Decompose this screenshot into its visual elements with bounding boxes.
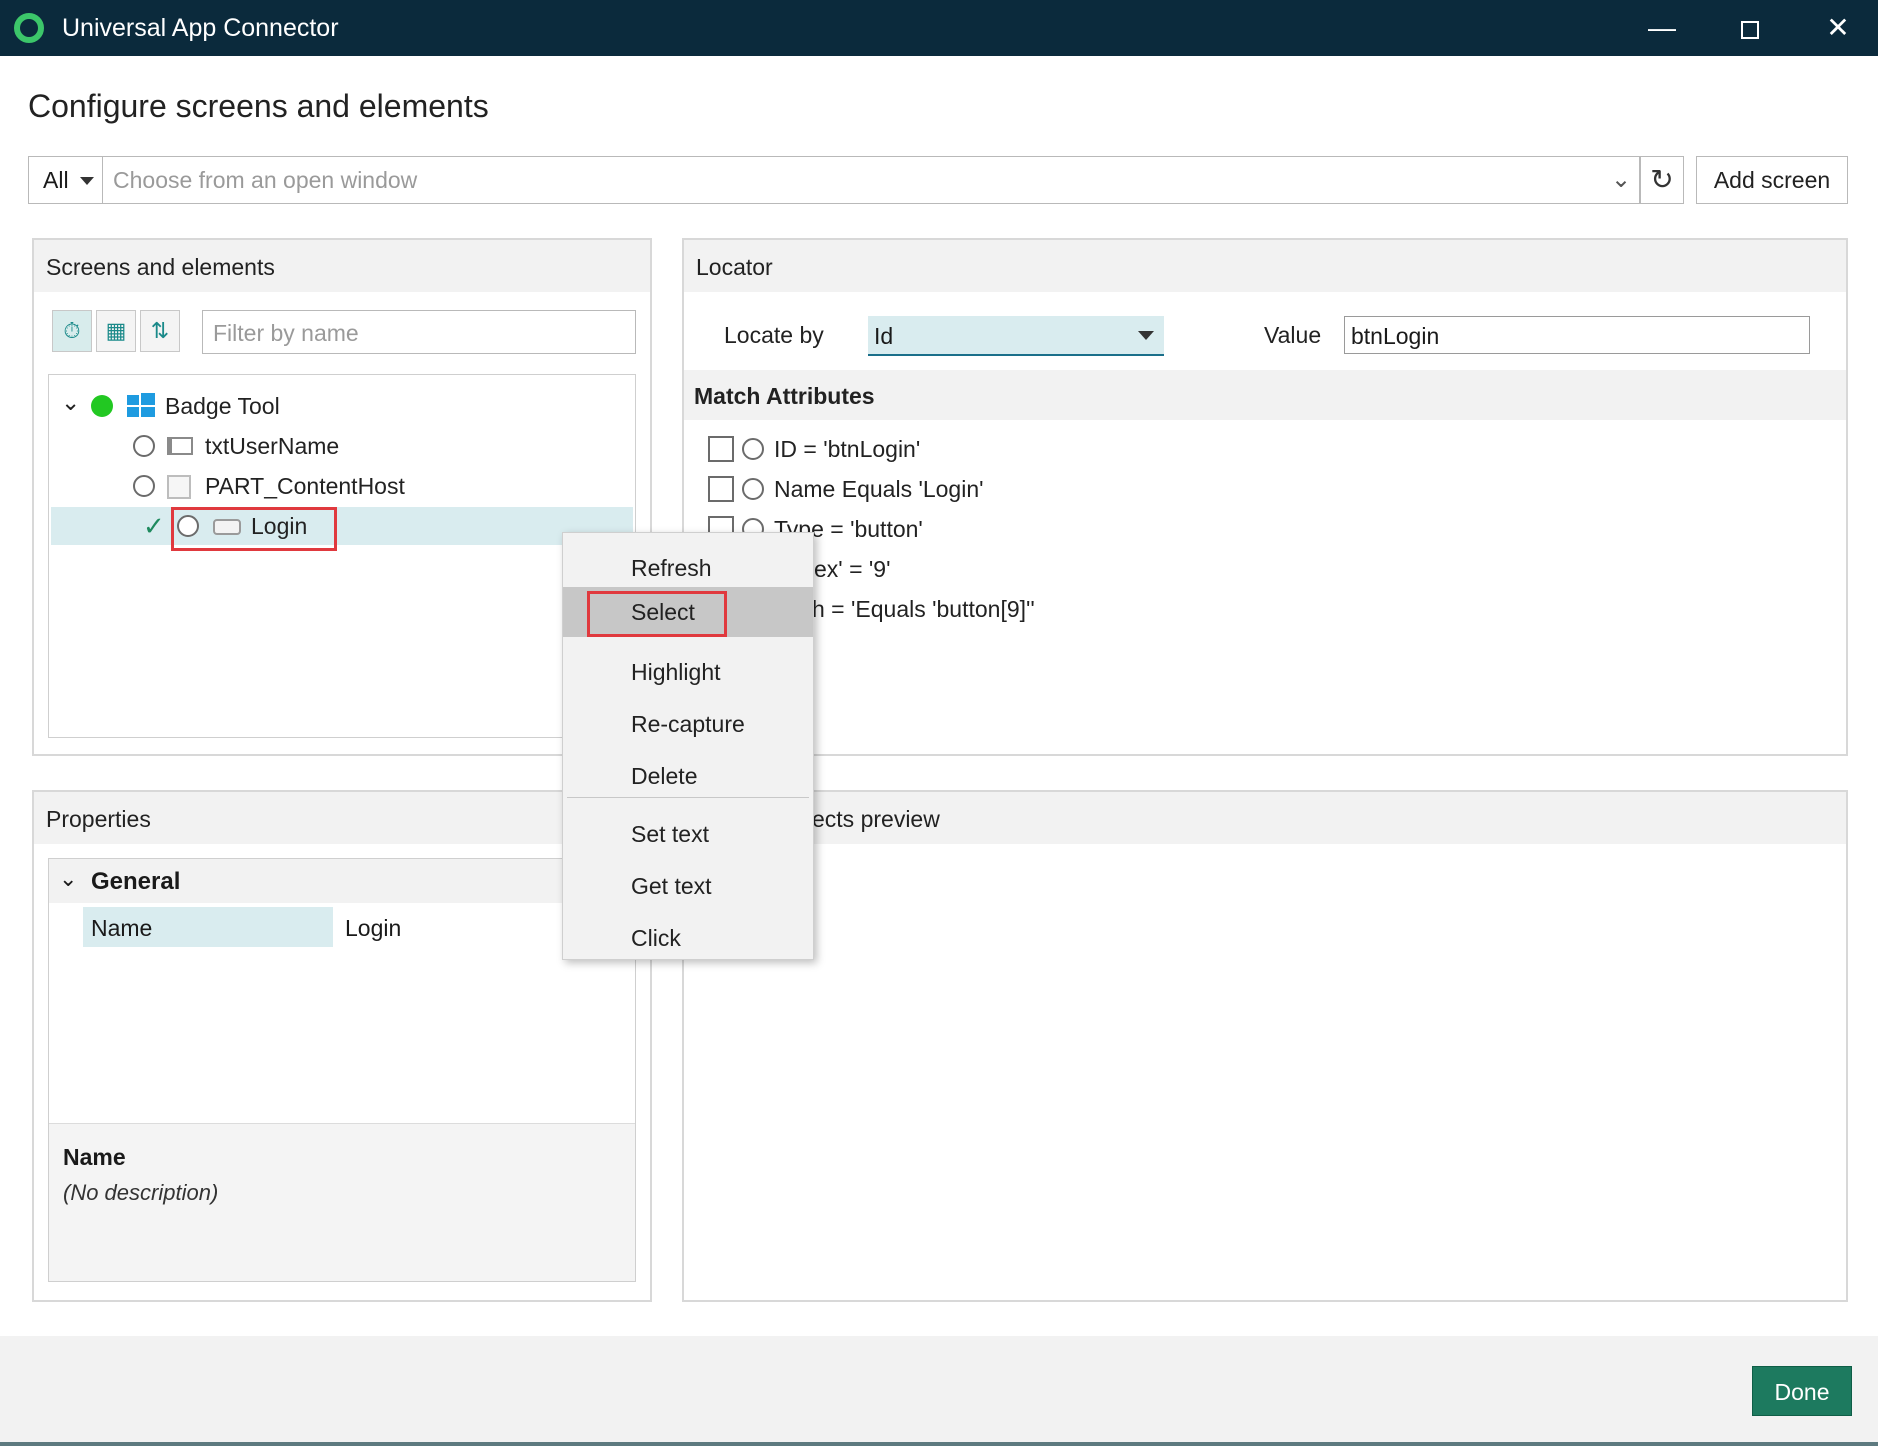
minimize-button[interactable]: — xyxy=(1640,8,1684,48)
annotation-highlight xyxy=(171,507,337,551)
menu-item-delete[interactable]: Delete xyxy=(563,751,813,801)
property-name-value[interactable]: Login xyxy=(345,915,401,942)
description-title: Name xyxy=(63,1144,126,1170)
scope-value: All xyxy=(43,167,69,193)
menu-item-get-text[interactable]: Get text xyxy=(563,861,813,911)
effects-preview-panel: ects preview xyxy=(682,790,1848,1302)
locator-panel: Locator Locate by Id Value btnLogin Matc… xyxy=(682,238,1848,756)
refresh-icon[interactable]: ↻ xyxy=(1640,156,1684,204)
menu-item-refresh[interactable]: Refresh xyxy=(563,543,813,593)
status-dot-icon xyxy=(91,395,113,417)
history-icon[interactable]: ⏱ xyxy=(52,310,92,352)
page-title: Configure screens and elements xyxy=(28,88,489,124)
menu-item-highlight[interactable]: Highlight xyxy=(563,647,813,697)
attribute-item: Name Equals 'Login' xyxy=(774,476,984,502)
container-icon xyxy=(167,475,191,499)
locate-by-value: Id xyxy=(874,323,894,349)
menu-item-click[interactable]: Click xyxy=(563,913,813,963)
chevron-down-icon[interactable]: ⌄ xyxy=(1611,165,1631,194)
value-input[interactable]: btnLogin xyxy=(1344,316,1810,354)
checkmark-icon: ✓ xyxy=(143,511,165,541)
locate-by-dropdown[interactable]: Id xyxy=(868,316,1164,356)
annotation-highlight xyxy=(587,591,727,637)
properties-panel: Properties ⌄ General Name Login Name (No… xyxy=(32,790,652,1302)
context-menu: Refresh Select Highlight Re-capture Dele… xyxy=(562,532,814,960)
textbox-icon xyxy=(167,437,193,455)
sort-icon[interactable]: ⇅ xyxy=(140,310,180,352)
dropdown-arrow-icon xyxy=(1138,331,1154,340)
tree-root-label[interactable]: Badge Tool xyxy=(165,393,280,429)
dropdown-arrow-icon xyxy=(80,177,94,185)
properties-panel-title: Properties xyxy=(34,792,650,844)
add-screen-button[interactable]: Add screen xyxy=(1696,156,1848,204)
windows-icon xyxy=(127,393,155,417)
chevron-down-icon[interactable]: ⌄ xyxy=(59,866,77,892)
tree-item-txtusername[interactable]: txtUserName xyxy=(205,433,339,469)
attribute-item: h = 'Equals 'button[9]'' xyxy=(812,596,1035,622)
scope-dropdown[interactable]: All xyxy=(29,157,103,203)
attr-radio[interactable] xyxy=(742,478,764,500)
radio-part-contenthost[interactable] xyxy=(133,475,155,497)
app-logo-icon xyxy=(14,13,44,43)
chevron-down-icon[interactable]: ⌄ xyxy=(61,389,80,425)
done-button[interactable]: Done xyxy=(1752,1366,1852,1416)
match-attributes-title: Match Attributes xyxy=(684,370,1846,420)
attribute-item: ex' = '9' xyxy=(814,556,891,582)
attr-checkbox[interactable] xyxy=(708,436,734,462)
window-selector: All Choose from an open window ⌄ xyxy=(28,156,1640,204)
description-area: Name (No description) xyxy=(49,1123,635,1281)
filter-input[interactable]: Filter by name xyxy=(202,310,636,354)
attr-checkbox[interactable] xyxy=(708,476,734,502)
general-group-label: General xyxy=(91,868,181,895)
general-group-header[interactable]: ⌄ General xyxy=(49,859,635,903)
maximize-button[interactable] xyxy=(1728,8,1772,48)
screens-panel: Screens and elements ⏱ ▦ ⇅ Filter by nam… xyxy=(32,238,652,756)
open-window-combo[interactable]: Choose from an open window xyxy=(113,167,417,194)
list-icon[interactable]: ▦ xyxy=(96,310,136,352)
tree-item-part-contenthost[interactable]: PART_ContentHost xyxy=(205,473,405,509)
locate-by-label: Locate by xyxy=(724,322,824,348)
property-name-label: Name xyxy=(83,907,333,947)
title-bar: Universal App Connector — ✕ xyxy=(0,0,1878,56)
element-tree: ⌄ Badge Tool txtUserName PART_ContentHos… xyxy=(48,374,636,738)
close-button[interactable]: ✕ xyxy=(1816,8,1860,48)
screens-panel-title: Screens and elements xyxy=(34,240,650,292)
attr-radio[interactable] xyxy=(742,438,764,460)
menu-item-set-text[interactable]: Set text xyxy=(563,809,813,859)
radio-txtusername[interactable] xyxy=(133,435,155,457)
attribute-item: ID = 'btnLogin' xyxy=(774,436,921,462)
selected-row-highlight xyxy=(51,507,633,545)
menu-item-recapture[interactable]: Re-capture xyxy=(563,699,813,749)
effects-preview-title: ects preview xyxy=(684,792,1846,844)
locator-panel-title: Locator xyxy=(684,240,1846,292)
window-title: Universal App Connector xyxy=(62,14,339,42)
property-grid: ⌄ General Name Login Name (No descriptio… xyxy=(48,858,636,1282)
value-label: Value xyxy=(1264,322,1322,348)
footer-bar xyxy=(0,1336,1878,1446)
description-text: (No description) xyxy=(63,1180,219,1205)
menu-separator xyxy=(567,797,809,798)
